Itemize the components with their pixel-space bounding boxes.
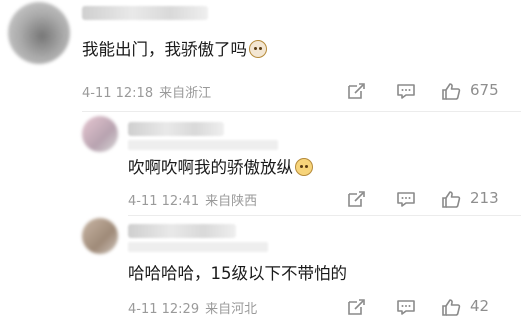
like-count: 42	[470, 297, 490, 315]
comment-meta: 4-11 12:29 来自河北	[128, 298, 257, 317]
reply-icon[interactable]	[395, 296, 417, 318]
comment-location: 来自陕西	[205, 194, 258, 209]
comment-item: 哈哈哈哈，15级以下不带怕的 4-11 12:29 来自河北 42	[0, 216, 521, 330]
comment-item: 吹啊吹啊我的骄傲放纵 4-11 12:41 来自陕西 213	[0, 112, 521, 216]
like-count: 675	[470, 81, 499, 99]
repost-icon[interactable]	[345, 296, 367, 318]
comment-text: 吹啊吹啊我的骄傲放纵	[128, 154, 313, 178]
cat-face-icon	[249, 40, 267, 58]
comment-text: 哈哈哈哈，15级以下不带怕的	[128, 260, 347, 284]
username-blurred[interactable]	[128, 224, 236, 238]
comment-text-content: 哈哈哈哈，15级以下不带怕的	[128, 264, 347, 283]
comment-item: 我能出门，我骄傲了吗 4-11 12:18 来自浙江 675	[0, 0, 521, 112]
comment-meta: 4-11 12:18 来自浙江	[82, 82, 211, 101]
username-blurred[interactable]	[82, 6, 208, 20]
comment-text-content: 吹啊吹啊我的骄傲放纵	[128, 158, 293, 177]
avatar[interactable]	[8, 2, 70, 64]
comment-meta: 4-11 12:41 来自陕西	[128, 190, 257, 209]
comment-location: 来自河北	[205, 302, 258, 317]
thumbs-up-icon[interactable]	[440, 80, 462, 102]
reply-icon[interactable]	[395, 188, 417, 210]
like-count: 213	[470, 189, 499, 207]
repost-icon[interactable]	[345, 188, 367, 210]
username-blurred[interactable]	[128, 122, 224, 136]
comment-date: 4-11 12:29	[128, 302, 200, 317]
reply-icon[interactable]	[395, 80, 417, 102]
repost-icon[interactable]	[345, 80, 367, 102]
thumbs-up-icon[interactable]	[440, 188, 462, 210]
doge-face-icon	[295, 158, 313, 176]
comment-text-content: 我能出门，我骄傲了吗	[82, 40, 247, 59]
comment-date: 4-11 12:41	[128, 194, 200, 209]
comment-list: 我能出门，我骄傲了吗 4-11 12:18 来自浙江 675 吹啊吹啊我的骄傲放纵…	[0, 0, 521, 330]
comment-date: 4-11 12:18	[82, 86, 154, 101]
comment-text: 我能出门，我骄傲了吗	[82, 36, 267, 60]
thumbs-up-icon[interactable]	[440, 296, 462, 318]
comment-location: 来自浙江	[159, 86, 212, 101]
reply-header-blurred	[128, 242, 268, 252]
avatar[interactable]	[82, 116, 118, 152]
reply-header-blurred	[128, 140, 278, 150]
avatar[interactable]	[82, 218, 118, 254]
